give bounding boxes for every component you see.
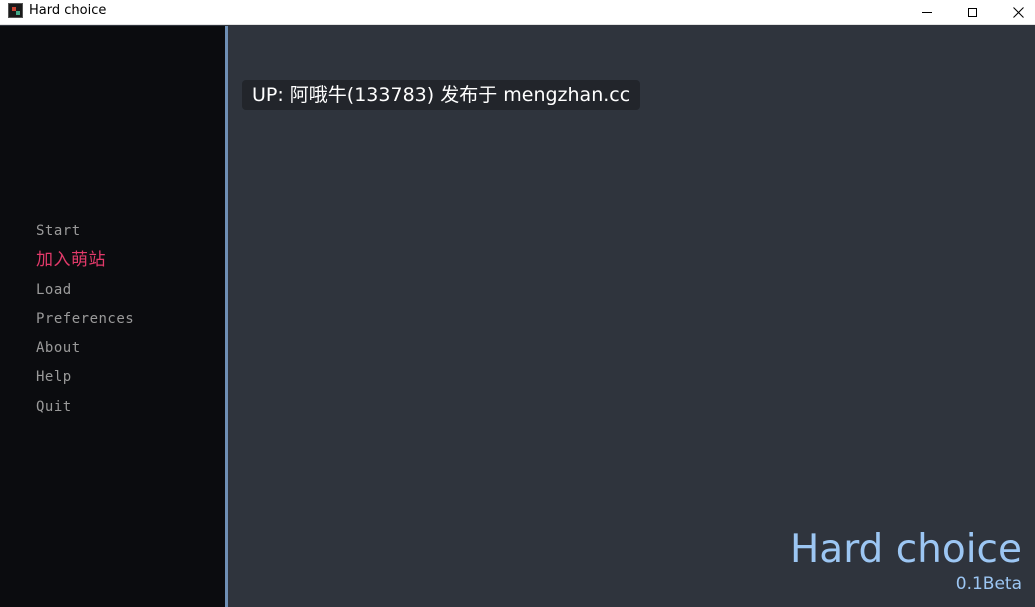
title-bar[interactable]: Hard choice: [0, 0, 1035, 25]
close-icon: [1012, 6, 1024, 18]
menu-item-load[interactable]: Load: [36, 279, 134, 308]
menu-item-preferences[interactable]: Preferences: [36, 308, 134, 337]
menu-item-about[interactable]: About: [36, 337, 134, 366]
main-menu: Start 加入萌站 Load Preferences About Help Q…: [36, 220, 134, 425]
maximize-icon: [967, 7, 977, 17]
game-window: Hard choice Start 加入萌站 Load Preferences …: [0, 0, 1035, 607]
menu-item-join-mengzhan[interactable]: 加入萌站: [36, 249, 134, 278]
main-area: [228, 26, 1035, 607]
app-icon: [8, 3, 23, 18]
menu-item-quit[interactable]: Quit: [36, 396, 134, 425]
minimize-button[interactable]: [904, 0, 950, 24]
maximize-button[interactable]: [949, 0, 995, 24]
window-title: Hard choice: [29, 3, 107, 18]
version-label: 0.1Beta: [955, 574, 1022, 594]
uploader-notice: UP: 阿哦牛(133783) 发布于 mengzhan.cc: [242, 80, 641, 110]
game-title: Hard choice: [789, 527, 1022, 572]
close-button[interactable]: [995, 0, 1035, 24]
menu-item-start[interactable]: Start: [36, 220, 134, 249]
minimize-icon: [922, 11, 932, 13]
menu-item-help[interactable]: Help: [36, 366, 134, 395]
